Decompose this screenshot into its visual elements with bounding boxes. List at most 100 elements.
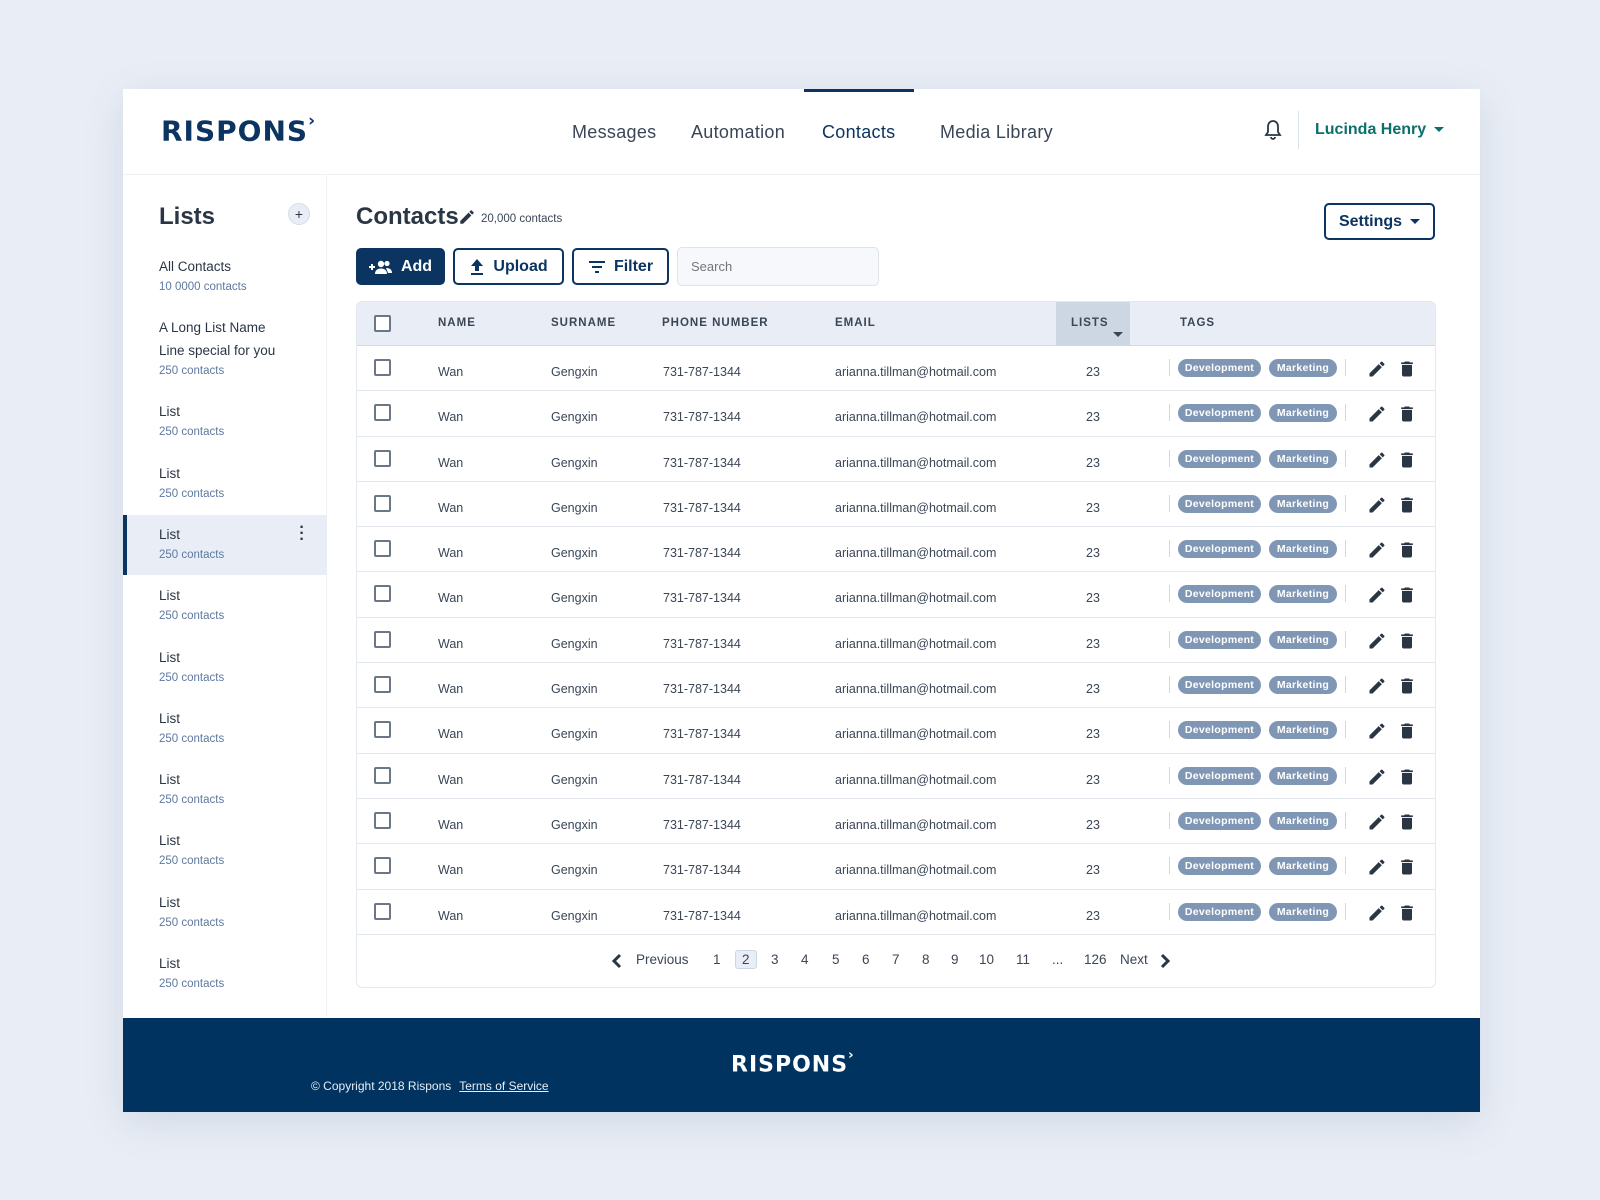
table-row[interactable]: Wan Gengxin 731-787-1344 arianna.tillman… <box>357 572 1435 618</box>
edit-icon[interactable] <box>1367 812 1387 832</box>
add-button[interactable]: Add <box>356 248 445 285</box>
sidebar-list-item[interactable]: All Contacts 10 0000 contacts <box>123 247 327 293</box>
nav-media-library[interactable]: Media Library <box>940 122 1053 143</box>
trash-icon[interactable] <box>1397 721 1417 741</box>
tag-badge[interactable]: Marketing <box>1269 721 1337 740</box>
terms-link[interactable]: Terms of Service <box>459 1079 548 1093</box>
table-row[interactable]: Wan Gengxin 731-787-1344 arianna.tillman… <box>357 844 1435 890</box>
table-row[interactable]: Wan Gengxin 731-787-1344 arianna.tillman… <box>357 391 1435 437</box>
tag-badge[interactable]: Marketing <box>1269 676 1337 695</box>
sidebar-list-item[interactable]: List 250 contacts <box>123 944 327 990</box>
edit-icon[interactable] <box>1367 495 1387 515</box>
table-row[interactable]: Wan Gengxin 731-787-1344 arianna.tillman… <box>357 890 1435 935</box>
previous-button[interactable]: Previous <box>636 952 689 967</box>
col-name[interactable]: NAME <box>438 317 476 329</box>
edit-icon[interactable] <box>1367 585 1387 605</box>
edit-title-icon[interactable] <box>458 208 476 226</box>
sidebar-list-item[interactable]: A Long List Name Line special for you 25… <box>123 308 327 377</box>
table-row[interactable]: Wan Gengxin 731-787-1344 arianna.tillman… <box>357 527 1435 573</box>
row-checkbox[interactable] <box>374 902 391 920</box>
edit-icon[interactable] <box>1367 540 1387 560</box>
trash-icon[interactable] <box>1397 450 1417 470</box>
edit-icon[interactable] <box>1367 903 1387 923</box>
page-button[interactable]: 4 <box>801 952 809 967</box>
tag-badge[interactable]: Development <box>1178 857 1261 876</box>
tag-badge[interactable]: Development <box>1178 721 1261 740</box>
next-button[interactable]: Next <box>1120 952 1148 967</box>
sidebar-list-item[interactable]: List 250 contacts <box>123 883 327 929</box>
more-options-icon[interactable]: · · · <box>299 519 305 547</box>
table-row[interactable]: Wan Gengxin 731-787-1344 arianna.tillman… <box>357 754 1435 799</box>
row-checkbox[interactable] <box>374 857 391 875</box>
nav-messages[interactable]: Messages <box>572 122 656 143</box>
tag-badge[interactable]: Marketing <box>1269 902 1337 921</box>
row-checkbox[interactable] <box>374 540 391 558</box>
tag-badge[interactable]: Marketing <box>1269 630 1337 649</box>
trash-icon[interactable] <box>1397 495 1417 515</box>
tag-badge[interactable]: Marketing <box>1269 540 1337 559</box>
trash-icon[interactable] <box>1397 404 1417 424</box>
tag-badge[interactable]: Development <box>1178 630 1261 649</box>
nav-automation[interactable]: Automation <box>691 122 785 143</box>
table-row[interactable]: Wan Gengxin 731-787-1344 arianna.tillman… <box>357 482 1435 528</box>
row-checkbox[interactable] <box>374 404 391 422</box>
tag-badge[interactable]: Development <box>1178 540 1261 559</box>
edit-icon[interactable] <box>1367 404 1387 424</box>
tag-badge[interactable]: Development <box>1178 404 1261 423</box>
trash-icon[interactable] <box>1397 585 1417 605</box>
filter-button[interactable]: Filter <box>572 248 669 285</box>
page-button[interactable]: 5 <box>832 952 840 967</box>
bell-icon[interactable] <box>1263 119 1283 141</box>
sidebar-list-item[interactable]: List 250 contacts <box>123 638 327 684</box>
edit-icon[interactable] <box>1367 767 1387 787</box>
row-checkbox[interactable] <box>374 359 391 376</box>
tag-badge[interactable]: Development <box>1178 449 1261 468</box>
page-button[interactable]: 126 <box>1084 952 1107 967</box>
sidebar-list-item[interactable]: List 250 contacts <box>123 699 327 745</box>
nav-contacts[interactable]: Contacts <box>822 122 895 143</box>
sidebar-list-item[interactable]: List 250 contacts <box>123 454 327 500</box>
row-checkbox[interactable] <box>374 449 391 467</box>
search-input[interactable] <box>677 247 879 286</box>
upload-button[interactable]: Upload <box>453 248 564 285</box>
tag-badge[interactable]: Marketing <box>1269 404 1337 423</box>
trash-icon[interactable] <box>1397 857 1417 877</box>
page-button[interactable]: 3 <box>771 952 779 967</box>
table-row[interactable]: Wan Gengxin 731-787-1344 arianna.tillman… <box>357 708 1435 754</box>
user-menu[interactable]: Lucinda Henry <box>1315 121 1445 139</box>
sidebar-list-item[interactable]: List 250 contacts <box>123 760 327 806</box>
tag-badge[interactable]: Marketing <box>1269 494 1337 513</box>
page-button[interactable]: 1 <box>713 952 721 967</box>
col-surname[interactable]: SURNAME <box>551 317 616 329</box>
row-checkbox[interactable] <box>374 721 391 739</box>
trash-icon[interactable] <box>1397 676 1417 696</box>
tag-badge[interactable]: Marketing <box>1269 585 1337 604</box>
tag-badge[interactable]: Marketing <box>1269 811 1337 830</box>
tag-badge[interactable]: Marketing <box>1269 359 1337 377</box>
sidebar-list-item[interactable]: List 250 contacts <box>123 821 327 867</box>
col-lists[interactable]: LISTS <box>1071 317 1123 337</box>
row-checkbox[interactable] <box>374 811 391 829</box>
page-button[interactable]: 11 <box>1016 952 1030 967</box>
tag-badge[interactable]: Development <box>1178 585 1261 604</box>
trash-icon[interactable] <box>1397 767 1417 787</box>
trash-icon[interactable] <box>1397 812 1417 832</box>
tag-badge[interactable]: Marketing <box>1269 449 1337 468</box>
chevron-right-icon[interactable] <box>1160 953 1170 969</box>
col-phone[interactable]: PHONE NUMBER <box>662 317 769 329</box>
page-button[interactable]: 7 <box>892 952 900 967</box>
row-checkbox[interactable] <box>374 766 391 784</box>
table-row[interactable]: Wan Gengxin 731-787-1344 arianna.tillman… <box>357 799 1435 845</box>
row-checkbox[interactable] <box>374 494 391 512</box>
trash-icon[interactable] <box>1397 540 1417 560</box>
settings-button[interactable]: Settings <box>1324 203 1435 240</box>
tag-badge[interactable]: Development <box>1178 902 1261 921</box>
row-checkbox[interactable] <box>374 630 391 648</box>
select-all-checkbox[interactable] <box>374 315 391 332</box>
sidebar-list-item[interactable]: List 250 contacts <box>123 576 327 622</box>
table-row[interactable]: Wan Gengxin 731-787-1344 arianna.tillman… <box>357 346 1435 392</box>
tag-badge[interactable]: Development <box>1178 676 1261 695</box>
edit-icon[interactable] <box>1367 721 1387 741</box>
tag-badge[interactable]: Development <box>1178 359 1261 377</box>
tag-badge[interactable]: Marketing <box>1269 857 1337 876</box>
